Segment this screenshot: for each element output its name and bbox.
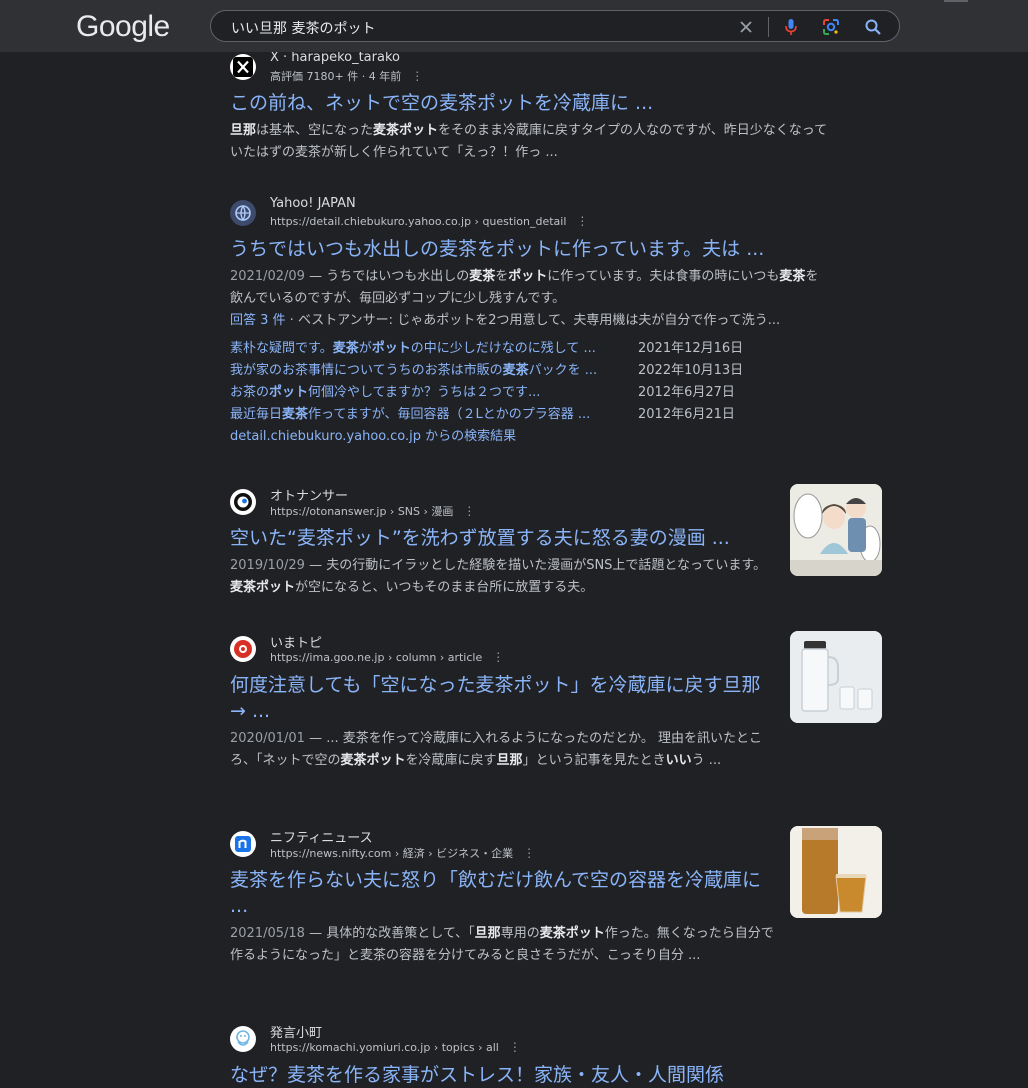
result-url: https://detail.chiebukuro.yahoo.co.jp › … [270, 215, 567, 228]
sub-result: 我が家のお茶事情についてうちのお茶は市販の麦茶パックを ... 2022年10月… [230, 360, 830, 382]
more-options-icon[interactable]: ⋮ [411, 69, 423, 83]
site-name: いまトピ [270, 636, 323, 651]
result-title[interactable]: 麦茶を作らない夫に怒り「飲むだけ飲んで空の容器を冷蔵庫に ... [230, 867, 775, 919]
result-date: 2020/01/01 [230, 731, 305, 746]
sub-result-link[interactable]: 素朴な疑問です。麦茶がポットの中に少しだけなのに残して ... [230, 338, 630, 360]
result-date: 2019/10/29 [230, 558, 305, 573]
answers-count-link[interactable]: 回答 3 件 [230, 313, 286, 328]
globe-icon [230, 200, 256, 226]
more-options-icon[interactable]: ⋮ [576, 214, 588, 228]
result-source[interactable]: X · harapeko_tarako 高評価 7180+ 件 · 4 年前 ⋮ [230, 50, 830, 86]
top-bar: Google いい旦那 麦茶のポット [0, 0, 1028, 52]
result-snippet: 2021/05/18 — 具体的な改善策として、「旦那専用の麦茶ポット作った。無… [230, 926, 774, 963]
result-snippet-text: 具体的な改善策として、「旦那専用の麦茶ポット作った。無くなったら自分で作るように… [230, 926, 774, 963]
x-favicon-icon [230, 54, 256, 80]
result-title[interactable]: なぜ？麦茶を作る家事がストレス！家族・友人・人間関係 [230, 1062, 775, 1088]
result-snippet: 2021/02/09 — うちではいつも水出しの麦茶をポットに作っています。夫は… [230, 269, 819, 306]
more-options-icon[interactable]: ⋮ [509, 1040, 521, 1054]
result-url: https://komachi.yomiuri.co.jp › topics ›… [270, 1041, 499, 1054]
site-name: オトナンサー [270, 489, 349, 504]
result-source[interactable]: 発言小町 https://komachi.yomiuri.co.jp › top… [230, 1022, 775, 1058]
search-result: 発言小町 https://komachi.yomiuri.co.jp › top… [230, 1022, 775, 1088]
more-options-icon[interactable]: ⋮ [463, 504, 475, 518]
search-icon[interactable] [863, 17, 883, 37]
sub-result: 素朴な疑問です。麦茶がポットの中に少しだけなのに残して ... 2021年12月… [230, 338, 830, 360]
otonanswer-favicon-icon [230, 489, 256, 515]
answers-text: · ベストアンサー: じゃあポットを2つ用意して、夫専用機は夫が自分で作って洗う… [285, 313, 781, 328]
barley-tea-thumbnail[interactable] [790, 826, 882, 918]
more-results-link[interactable]: detail.chiebukuro.yahoo.co.jp からの検索結果 [230, 426, 830, 448]
search-result: ニフティニュース https://news.nifty.com › 経済 › ビ… [230, 827, 775, 967]
manga-thumbnail[interactable] [790, 484, 882, 576]
site-name: X · harapeko_tarako [270, 50, 400, 65]
sub-result-date: 2012年6月21日 [638, 407, 735, 422]
more-options-icon[interactable]: ⋮ [523, 846, 535, 860]
sub-results: 素朴な疑問です。麦茶がポットの中に少しだけなのに残して ... 2021年12月… [230, 338, 830, 426]
search-result: いまトピ https://ima.goo.ne.jp › column › ar… [230, 632, 775, 772]
imatopi-favicon-icon [230, 636, 256, 662]
result-date: 2021/05/18 [230, 926, 305, 941]
sub-result-date: 2012年6月27日 [638, 385, 735, 400]
apps-edge [944, 0, 968, 2]
search-result: X · harapeko_tarako 高評価 7180+ 件 · 4 年前 ⋮ … [230, 50, 830, 164]
search-result: Yahoo! JAPAN https://detail.chiebukuro.y… [230, 196, 830, 448]
result-source[interactable]: オトナンサー https://otonanswer.jp › SNS › 漫画 ⋮ [230, 485, 770, 521]
sub-result-date: 2022年10月13日 [638, 363, 744, 378]
result-url: https://ima.goo.ne.jp › column › article [270, 651, 483, 664]
nifty-favicon-icon [230, 831, 256, 857]
result-snippet-text: 夫の行動にイラッとした経験を描いた漫画がSNS上で話題となっています。麦茶ポット… [230, 558, 767, 595]
result-title[interactable]: この前ね、ネットで空の麦茶ポットを冷蔵庫に ... [230, 90, 830, 116]
sub-result-link[interactable]: お茶のポット何個冷やしてますか？うちは２つです... [230, 382, 630, 404]
result-url: https://otonanswer.jp › SNS › 漫画 [270, 505, 454, 518]
site-name: 発言小町 [270, 1026, 323, 1041]
result-date: 2021/02/09 [230, 269, 305, 284]
komachi-favicon-icon [230, 1026, 256, 1052]
microphone-icon[interactable] [781, 17, 801, 37]
result-source[interactable]: ニフティニュース https://news.nifty.com › 経済 › ビ… [230, 827, 775, 863]
sub-result: お茶のポット何個冷やしてますか？うちは２つです... 2012年6月27日 [230, 382, 830, 404]
site-name: Yahoo! JAPAN [270, 196, 356, 211]
result-snippet: 2020/01/01 — ... 麦茶を作って冷蔵庫に入れるようになったのだとか… [230, 731, 762, 768]
pitcher-thumbnail[interactable] [790, 631, 882, 723]
answers-line: 回答 3 件 · ベストアンサー: じゃあポットを2つ用意して、夫専用機は夫が自… [230, 310, 830, 332]
result-meta: 高評価 7180+ 件 · 4 年前 [270, 70, 402, 83]
search-result: オトナンサー https://otonanswer.jp › SNS › 漫画 ⋮… [230, 485, 770, 599]
google-lens-icon[interactable] [821, 17, 841, 37]
result-title[interactable]: 何度注意しても「空になった麦茶ポット」を冷蔵庫に戻す旦那→ ... [230, 672, 775, 724]
sub-result-date: 2021年12月16日 [638, 341, 744, 356]
result-snippet-text: ... 麦茶を作って冷蔵庫に入れるようになったのだとか。 理由を訊いたところ、「… [230, 731, 762, 768]
result-url: https://news.nifty.com › 経済 › ビジネス・企業 [270, 847, 514, 860]
site-name: ニフティニュース [270, 831, 373, 846]
result-snippet-text: うちではいつも水出しの麦茶をポットに作っています。夫は食事の時にいつも麦茶を飲ん… [230, 269, 819, 306]
google-logo[interactable]: Google [76, 10, 170, 44]
result-snippet: 2019/10/29 — 夫の行動にイラッとした経験を描いた漫画がSNS上で話題… [230, 558, 767, 595]
divider [768, 17, 769, 37]
clear-icon[interactable] [736, 17, 756, 37]
more-options-icon[interactable]: ⋮ [492, 650, 504, 664]
sub-result-link[interactable]: 最近毎日麦茶作ってますが、毎回容器（２Lとかのプラ容器 ... [230, 404, 630, 426]
search-box[interactable]: いい旦那 麦茶のポット [210, 10, 900, 42]
result-source[interactable]: いまトピ https://ima.goo.ne.jp › column › ar… [230, 632, 775, 668]
result-title[interactable]: 空いた“麦茶ポット”を洗わず放置する夫に怒る妻の漫画 ... [230, 525, 770, 551]
result-title[interactable]: うちではいつも水出しの麦茶をポットに作っています。夫は ... [230, 236, 830, 262]
result-snippet: 旦那は基本、空になった麦茶ポットをそのまま冷蔵庫に戻すタイプの人なのですが、昨日… [230, 123, 828, 160]
search-input[interactable]: いい旦那 麦茶のポット [231, 18, 375, 38]
result-source[interactable]: Yahoo! JAPAN https://detail.chiebukuro.y… [230, 196, 830, 232]
sub-result: 最近毎日麦茶作ってますが、毎回容器（２Lとかのプラ容器 ... 2012年6月2… [230, 404, 830, 426]
sub-result-link[interactable]: 我が家のお茶事情についてうちのお茶は市販の麦茶パックを ... [230, 360, 630, 382]
